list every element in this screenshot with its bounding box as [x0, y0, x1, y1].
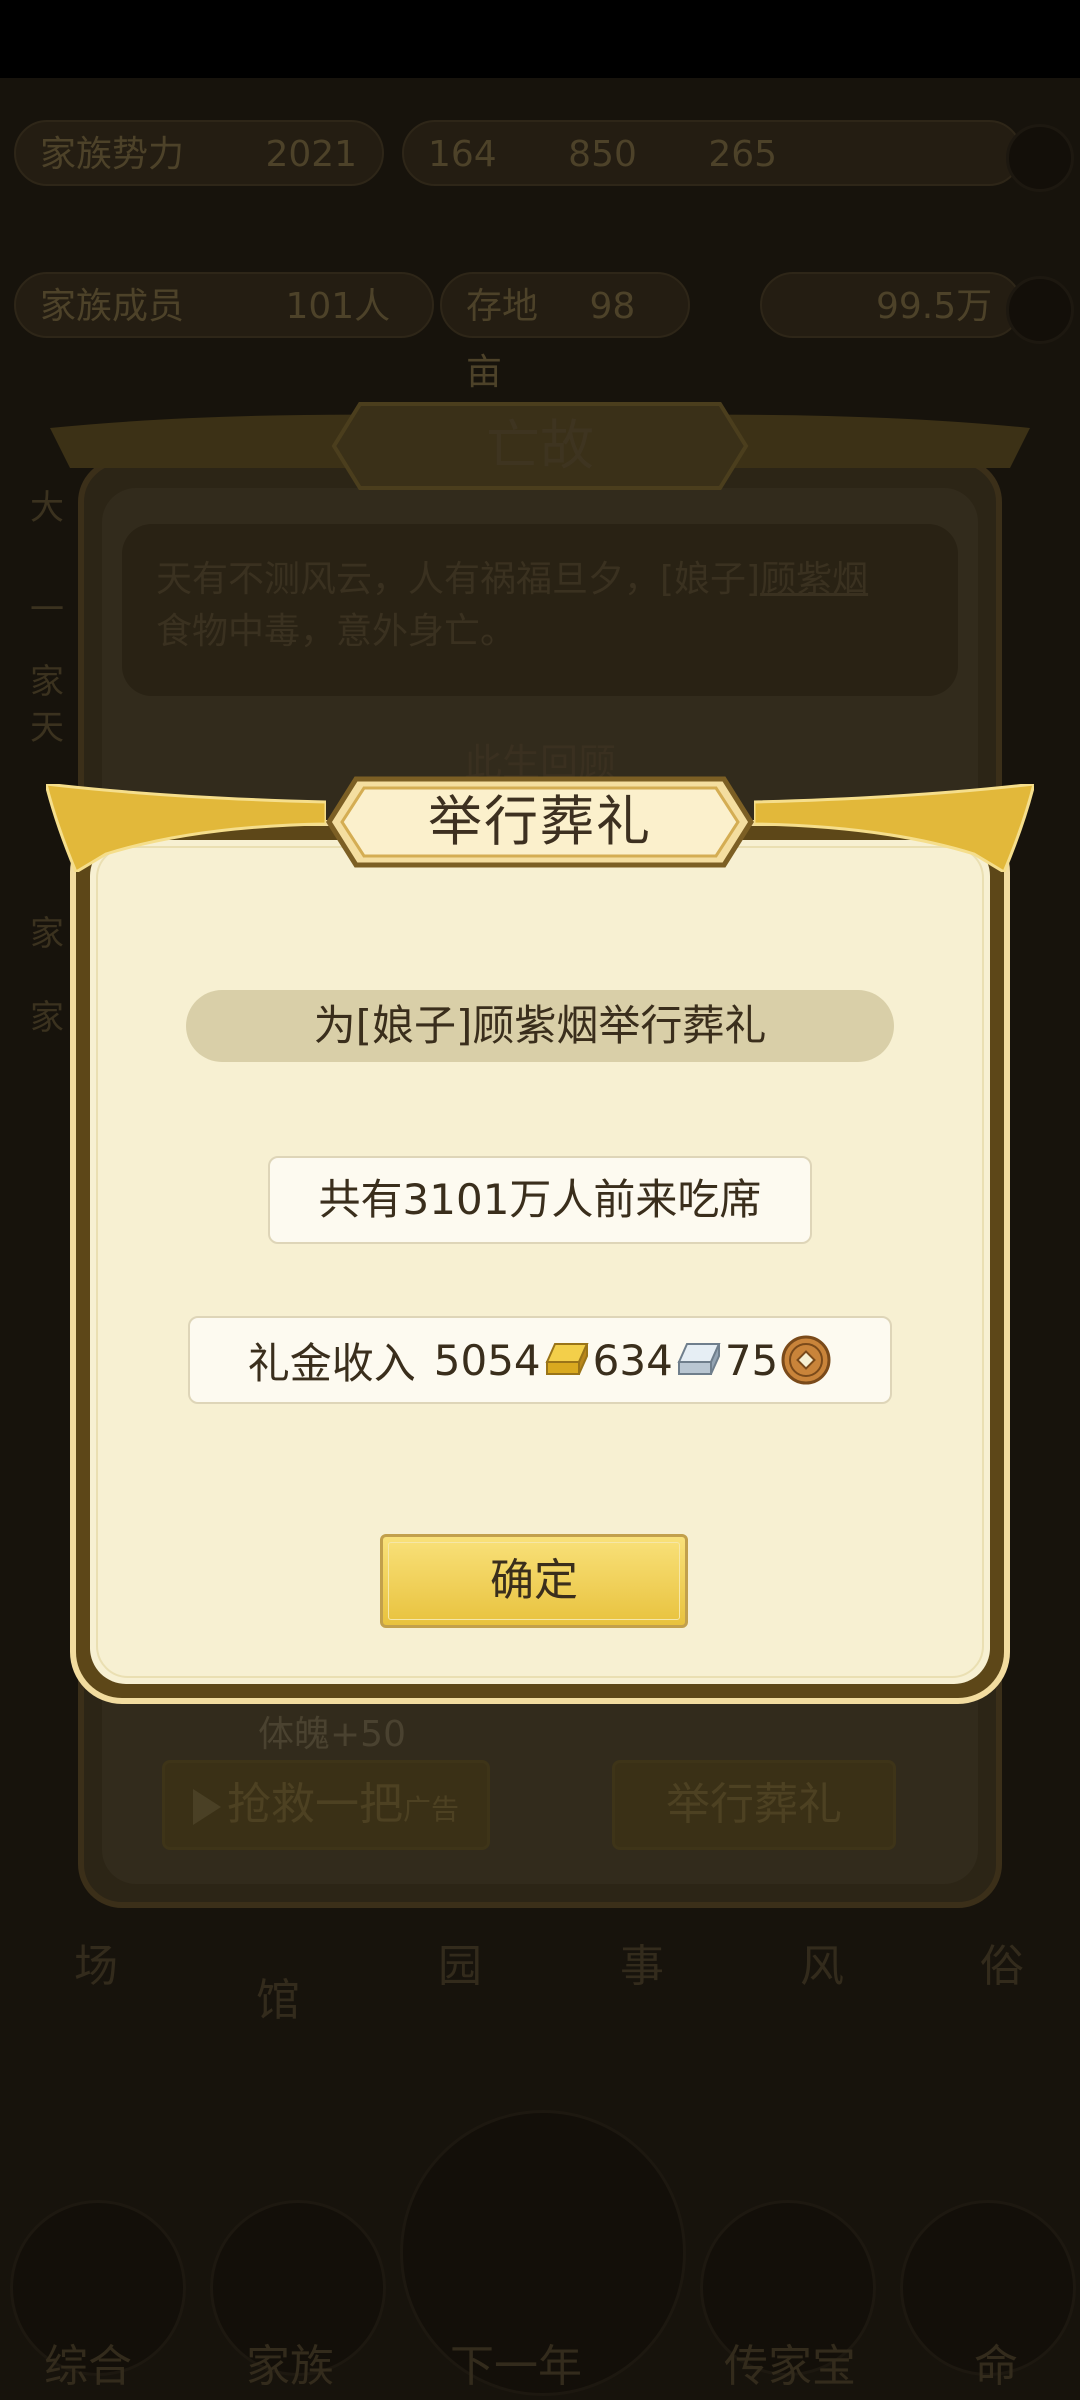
resource-bar: 164 850 265 — [402, 120, 1022, 186]
deceased-name-link[interactable]: 顾紫烟 — [760, 559, 868, 600]
attendees-text: 共有3101万人前来吃席 — [318, 1175, 762, 1224]
year-value: 2021 — [265, 134, 358, 175]
copper-amount: 75 — [724, 1335, 779, 1385]
confirm-label: 确定 — [490, 1555, 578, 1606]
gold-ingot-icon — [545, 1343, 589, 1375]
death-dialog-title: 亡故 — [486, 414, 594, 477]
nav-item-6[interactable]: 俗 — [980, 1930, 1024, 1994]
bg-text-5: 家 — [30, 914, 64, 954]
copper-coin-icon — [781, 1335, 831, 1385]
members-bar: 家族成员 101人 — [14, 272, 434, 338]
bg-text-2: 一 — [30, 590, 64, 630]
rescue-label: 抢救一把 — [226, 1779, 403, 1830]
status-bar — [0, 0, 1080, 78]
tab-heirloom[interactable]: 传家宝 — [724, 2330, 856, 2394]
nav-item-3[interactable]: 园 — [438, 1930, 482, 1994]
right-wing-ornament — [754, 784, 1034, 872]
bg-text-3: 家 — [30, 662, 64, 702]
tab-family[interactable]: 家族 — [246, 2330, 334, 2394]
land-label: 存地 — [466, 286, 539, 327]
income-label: 礼金收入 — [247, 1338, 416, 1388]
nav-item-4[interactable]: 事 — [620, 1930, 664, 1994]
members-label: 家族成员 — [40, 286, 185, 327]
bg-text-1: 大 — [30, 488, 64, 528]
death-message: 天有不测风云，人有祸福旦夕，[娘子]顾紫烟 食物中毒，意外身亡。 — [122, 524, 958, 696]
bg-text-4: 天 — [30, 708, 64, 748]
nav-item-1[interactable]: 场 — [74, 1930, 118, 1994]
nav-item-5[interactable]: 风 — [800, 1930, 844, 1994]
resource-2: 850 — [568, 134, 637, 175]
resource-3: 265 — [708, 134, 778, 175]
income-box: 礼金收入 5054 634 75 — [188, 1316, 892, 1404]
hold-funeral-label: 举行葬礼 — [666, 1779, 842, 1830]
members-value: 101人 — [285, 286, 391, 327]
silver-amount: 634 — [592, 1335, 673, 1385]
add-icon[interactable] — [1006, 276, 1074, 344]
death-message-suffix: 食物中毒，意外身亡。 — [156, 611, 517, 652]
tab-next-year[interactable]: 下一年 — [450, 2330, 582, 2394]
money-value: 99.5万 — [876, 286, 993, 327]
money-bar: 99.5万 — [760, 272, 1022, 338]
left-wing-ornament — [46, 784, 326, 872]
death-message-prefix: 天有不测风云，人有祸福旦夕，[娘子] — [156, 559, 761, 600]
resource-1: 164 — [428, 134, 497, 175]
ad-label: 广告 — [402, 1793, 459, 1826]
bg-text-6: 家 — [30, 998, 64, 1038]
funeral-header: 为[娘子]顾紫烟举行葬礼 — [186, 990, 894, 1062]
family-label: 家族势力 — [40, 134, 185, 175]
family-power-bar: 家族势力 2021 — [14, 120, 384, 186]
help-icon[interactable] — [1006, 124, 1074, 192]
funeral-dialog-title: 举行葬礼 — [428, 790, 652, 853]
hold-funeral-button[interactable]: 举行葬礼 — [612, 1760, 896, 1850]
nav-item-2[interactable]: 馆 — [256, 1964, 300, 2028]
stat-physique: 体魄+50 — [258, 1714, 406, 1755]
land-bar: 存地 98亩 — [440, 272, 690, 393]
confirm-button[interactable]: 确定 — [380, 1534, 688, 1628]
silver-ingot-icon — [677, 1343, 721, 1375]
play-icon — [192, 1789, 221, 1825]
gold-amount: 5054 — [433, 1335, 541, 1385]
attendees-box: 共有3101万人前来吃席 — [268, 1156, 812, 1244]
tab-fate[interactable]: 命 — [974, 2330, 1018, 2394]
tab-overview[interactable]: 综合 — [44, 2330, 132, 2394]
rescue-button[interactable]: 抢救一把广告 — [162, 1760, 490, 1850]
